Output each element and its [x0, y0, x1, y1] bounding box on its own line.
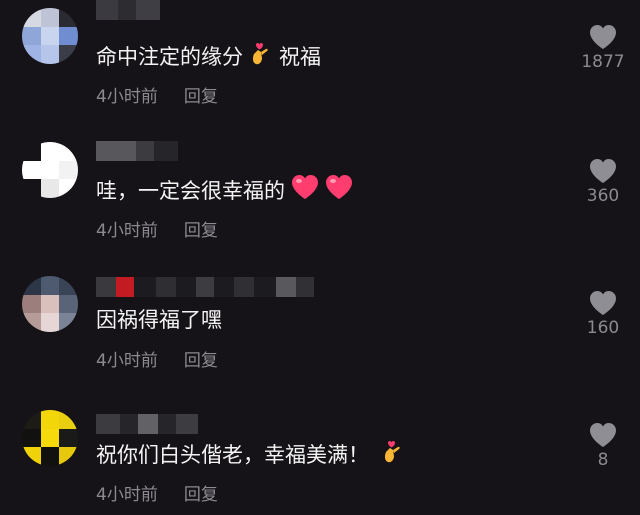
like-button[interactable]: 8	[575, 422, 631, 470]
reply-button[interactable]: 回复	[184, 346, 218, 371]
comment-text-content: 因祸得福了嘿	[96, 308, 222, 332]
reply-button[interactable]: 回复	[184, 216, 218, 241]
heart-outline-icon	[590, 25, 616, 49]
heart-outline-icon	[590, 423, 616, 447]
comment-text-content: 哇，一定会很幸福的	[96, 178, 285, 203]
avatar[interactable]	[22, 142, 78, 198]
reply-button[interactable]: 回复	[184, 480, 218, 505]
comment-text: 祝你们白头偕老，幸福美满！	[96, 438, 403, 471]
avatar[interactable]	[22, 410, 78, 466]
username-blurred[interactable]	[96, 141, 178, 161]
like-count: 8	[597, 450, 609, 470]
username-blurred[interactable]	[96, 277, 314, 297]
like-button[interactable]: 1877	[575, 24, 631, 72]
comment-text: 命中注定的缘分 祝福	[96, 40, 321, 73]
comment-text-content: 祝你们白头偕老，幸福美满！	[96, 442, 369, 467]
comment-text-content: 命中注定的缘分	[96, 44, 243, 69]
heart-emoji-icon	[291, 174, 319, 207]
avatar[interactable]	[22, 8, 78, 64]
username-blurred[interactable]	[96, 414, 198, 434]
comment-text: 哇，一定会很幸福的	[96, 174, 353, 207]
comment-meta: 4小时前 回复	[96, 216, 218, 241]
username-blurred[interactable]	[96, 0, 160, 20]
heart-emoji-icon	[325, 174, 353, 207]
comment-text-suffix: 祝福	[279, 44, 321, 69]
like-count: 1877	[581, 52, 625, 72]
comment-time: 4小时前	[96, 485, 158, 505]
avatar[interactable]	[22, 276, 78, 332]
comment-time: 4小时前	[96, 221, 158, 241]
comment-time: 4小时前	[96, 87, 158, 107]
heart-outline-icon	[590, 159, 616, 183]
comment-text: 因祸得福了嘿	[96, 306, 222, 334]
like-count: 360	[586, 186, 620, 206]
comment-meta: 4小时前 回复	[96, 82, 218, 107]
comment-meta: 4小时前 回复	[96, 346, 218, 371]
heart-outline-icon	[590, 291, 616, 315]
finger-heart-emoji-icon	[249, 40, 271, 73]
finger-heart-emoji-icon	[381, 438, 403, 471]
comment-time: 4小时前	[96, 351, 158, 371]
like-button[interactable]: 160	[575, 290, 631, 338]
like-count: 160	[586, 318, 620, 338]
reply-button[interactable]: 回复	[184, 82, 218, 107]
like-button[interactable]: 360	[575, 158, 631, 206]
comment-meta: 4小时前 回复	[96, 480, 218, 505]
